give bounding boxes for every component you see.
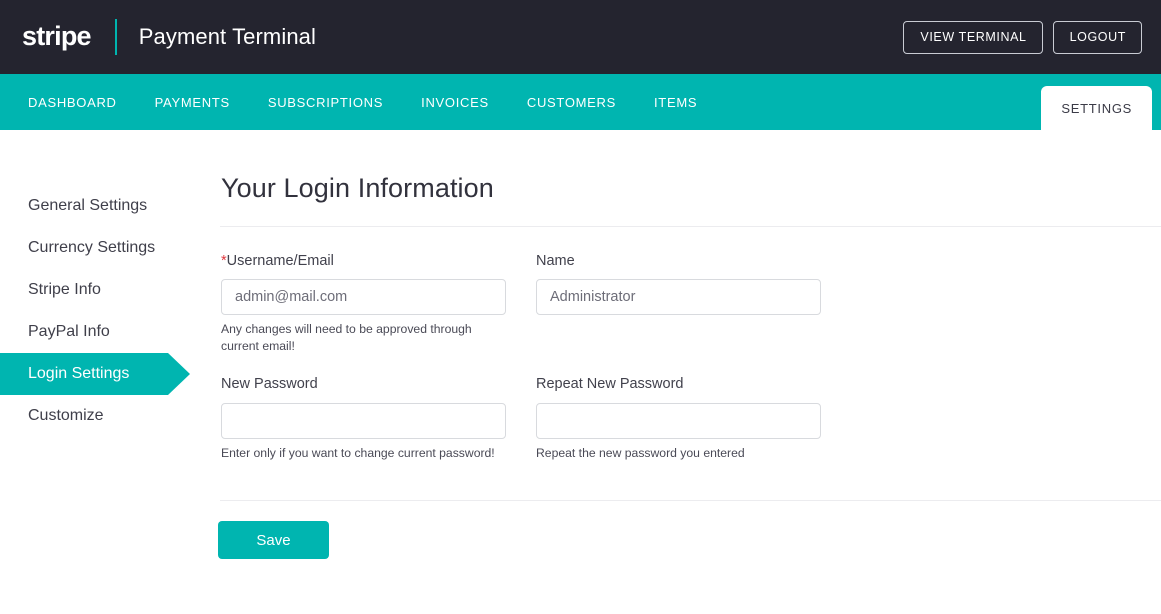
settings-content: Your Login Information *Username/Email A… <box>210 173 1161 560</box>
new-password-label: New Password <box>221 376 318 393</box>
username-input[interactable] <box>221 279 506 316</box>
sidebar-item-label: Login Settings <box>28 365 130 382</box>
logout-button[interactable]: LOGOUT <box>1052 21 1142 54</box>
sidebar-item-label: Stripe Info <box>28 281 101 298</box>
sidebar-item-stripe-info[interactable]: Stripe Info <box>0 269 210 311</box>
nav-item-dashboard[interactable]: DASHBOARD <box>28 96 117 109</box>
form-row-credentials: *Username/Email Any changes will need to… <box>221 253 1161 354</box>
nav-item-customers[interactable]: CUSTOMERS <box>527 96 616 109</box>
field-group-new-password: New Password Enter only if you want to c… <box>221 376 506 461</box>
sidebar-item-general-settings[interactable]: General Settings <box>0 185 210 227</box>
brand: stripe Payment Terminal <box>22 0 316 74</box>
field-group-username: *Username/Email Any changes will need to… <box>221 253 506 354</box>
username-label-text: Username/Email <box>226 253 334 269</box>
sidebar-item-label: Currency Settings <box>28 239 156 256</box>
name-label: Name <box>536 253 575 269</box>
header-actions: VIEW TERMINAL LOGOUT <box>903 21 1142 54</box>
repeat-password-help-text: Repeat the new password you entered <box>536 445 745 460</box>
nav-item-payments[interactable]: PAYMENTS <box>155 96 230 109</box>
new-password-help-text: Enter only if you want to change current… <box>221 445 495 460</box>
stripe-logo: stripe <box>22 20 92 51</box>
sidebar-item-label: General Settings <box>28 197 148 214</box>
sidebar-item-customize[interactable]: Customize <box>0 395 210 437</box>
nav-item-invoices[interactable]: INVOICES <box>421 96 489 109</box>
view-terminal-button[interactable]: VIEW TERMINAL <box>903 21 1043 54</box>
repeat-password-label: Repeat New Password <box>536 376 684 393</box>
main-navigation: DASHBOARD PAYMENTS SUBSCRIPTIONS INVOICE… <box>0 74 1161 130</box>
sidebar-item-currency-settings[interactable]: Currency Settings <box>0 227 210 269</box>
brand-divider <box>114 19 117 55</box>
name-input[interactable] <box>536 279 821 316</box>
repeat-password-input[interactable] <box>536 402 821 439</box>
form-row-spacer <box>221 354 1161 376</box>
nav-item-subscriptions[interactable]: SUBSCRIPTIONS <box>268 96 383 109</box>
sidebar-item-paypal-info[interactable]: PayPal Info <box>0 311 210 353</box>
sidebar-item-login-settings[interactable]: Login Settings <box>0 353 190 395</box>
nav-item-items[interactable]: ITEMS <box>654 96 697 109</box>
page-title: Your Login Information <box>221 173 494 203</box>
username-label: *Username/Email <box>221 253 506 270</box>
nav-item-settings[interactable]: SETTINGS <box>1041 86 1152 130</box>
form-actions: Save <box>210 501 1161 560</box>
username-help-text: Any changes will need to be approved thr… <box>221 322 472 353</box>
app-header: stripe Payment Terminal VIEW TERMINAL LO… <box>0 0 1161 74</box>
settings-sidebar: General Settings Currency Settings Strip… <box>0 173 210 559</box>
field-group-name: Name <box>536 253 821 354</box>
app-title: Payment Terminal <box>138 24 317 49</box>
new-password-input[interactable] <box>221 402 506 439</box>
sidebar-item-label: PayPal Info <box>28 323 110 340</box>
form-row-passwords: New Password Enter only if you want to c… <box>221 376 1161 461</box>
page-body: General Settings Currency Settings Strip… <box>0 130 1161 560</box>
save-button[interactable]: Save <box>218 521 329 560</box>
field-group-repeat-password: Repeat New Password Repeat the new passw… <box>536 376 821 461</box>
login-information-form: *Username/Email Any changes will need to… <box>210 227 1161 461</box>
sidebar-item-label: Customize <box>28 407 104 424</box>
